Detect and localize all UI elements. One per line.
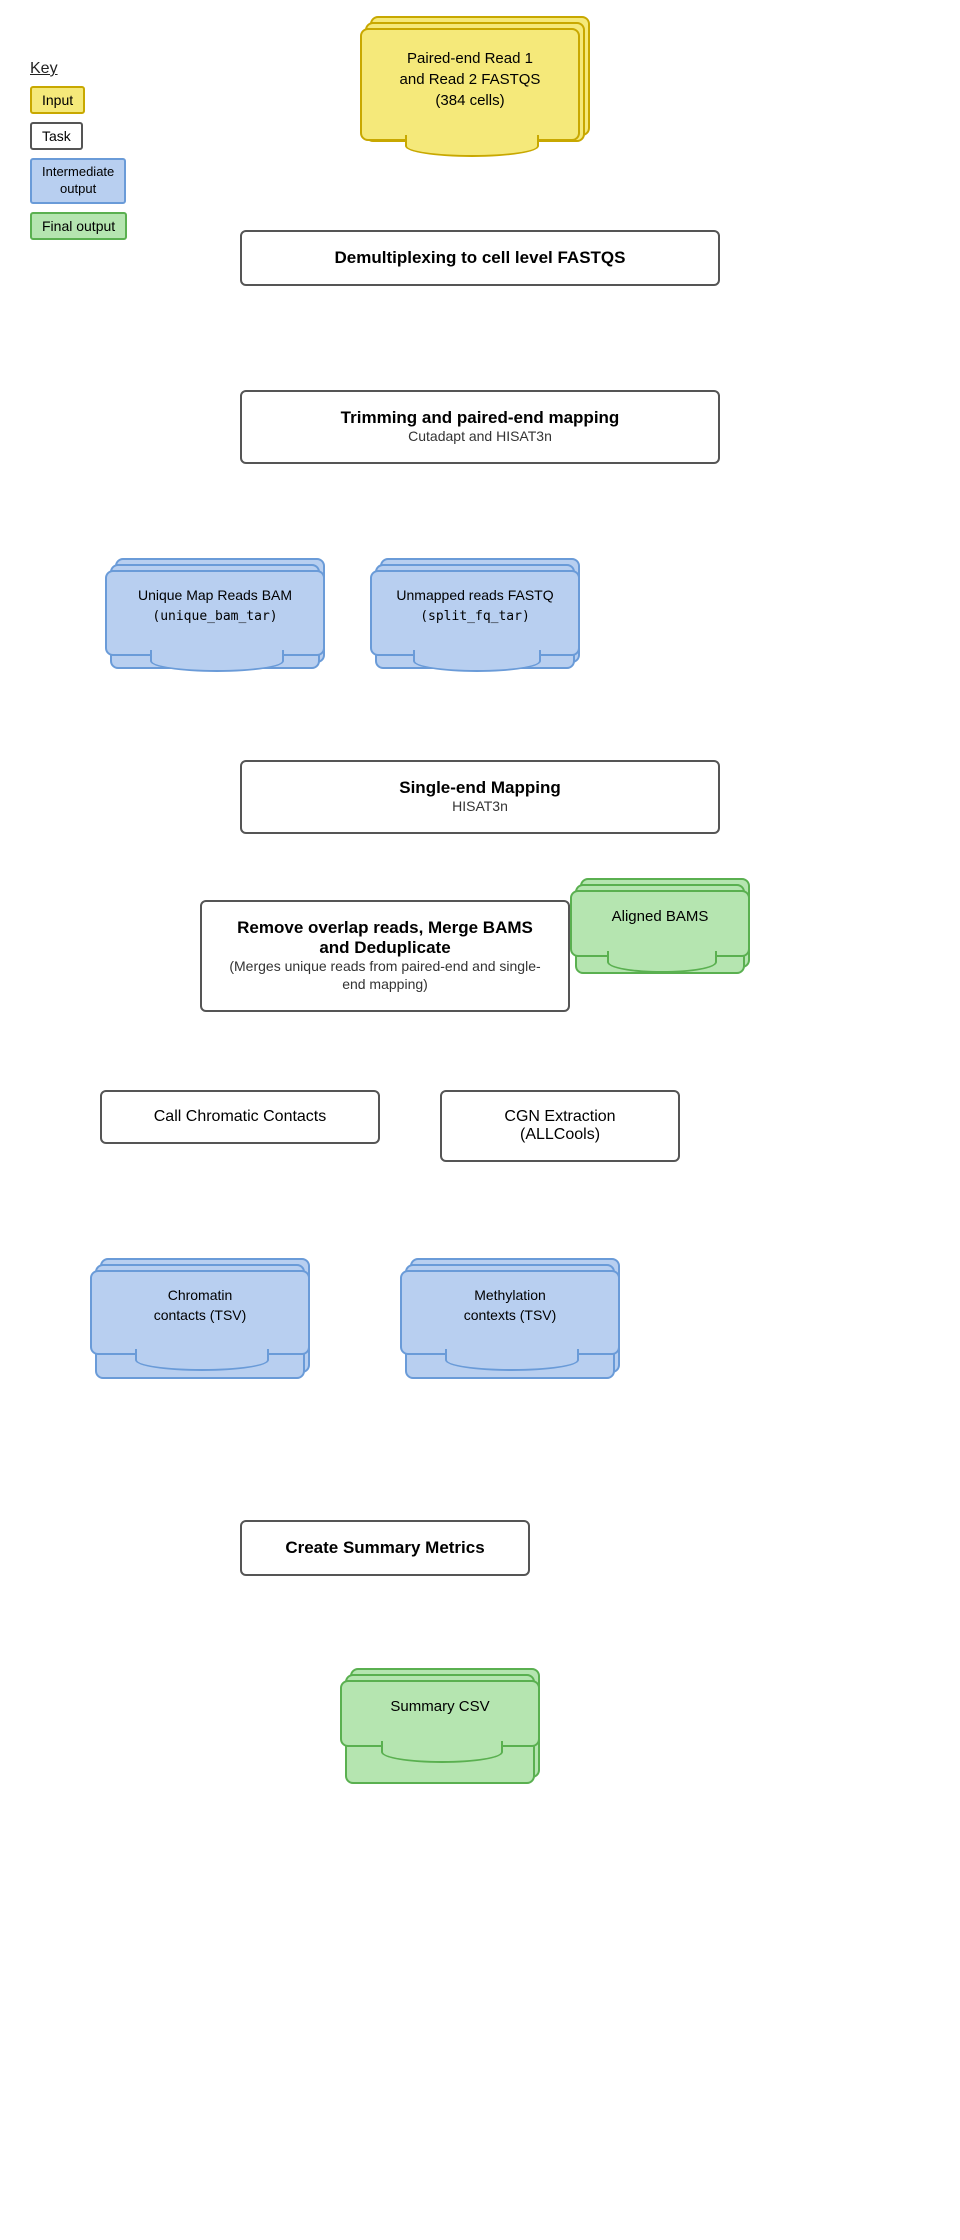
summary-csv-label: Summary CSV	[390, 1698, 489, 1715]
fastq-line3: (384 cells)	[435, 92, 504, 109]
single-end-task: Single-end Mapping HISAT3n	[240, 760, 720, 834]
unique-bam-page: Unique Map Reads BAM(unique_bam_tar)	[105, 570, 325, 656]
demux-task-box: Demultiplexing to cell level FASTQS	[240, 230, 720, 286]
trim-title: Trimming and paired-end mapping	[341, 408, 620, 427]
create-summary-task: Create Summary Metrics	[240, 1520, 530, 1576]
call-chromatic-box: Call Chromatic Contacts	[100, 1090, 380, 1144]
unmapped-fq-stack: Unmapped reads FASTQ(split_fq_tar)	[370, 570, 580, 656]
cgn-extract-task: CGN Extraction (ALLCools)	[440, 1090, 680, 1162]
unmapped-fq-page: Unmapped reads FASTQ(split_fq_tar)	[370, 570, 580, 656]
key-task-label: Task	[30, 122, 83, 150]
key-title: Key	[30, 60, 160, 78]
fastq-input-page: Paired-end Read 1 and Read 2 FASTQS (384…	[360, 28, 580, 141]
aligned-bams-label: Aligned BAMS	[612, 908, 709, 925]
key-intermediate-item: Intermediateoutput	[30, 158, 160, 204]
key-legend: Key Input Task Intermediateoutput Final …	[30, 60, 160, 248]
trim-subtitle: Cutadapt and HISAT3n	[408, 428, 552, 444]
cgn-extract-box: CGN Extraction (ALLCools)	[440, 1090, 680, 1162]
cgn-line1: CGN Extraction	[504, 1108, 615, 1125]
chromatin-contacts-page: Chromatincontacts (TSV)	[90, 1270, 310, 1355]
key-input-label: Input	[30, 86, 85, 114]
aligned-bams-stack: Aligned BAMS	[570, 890, 750, 957]
unmapped-fq-text: Unmapped reads FASTQ(split_fq_tar)	[396, 587, 553, 623]
single-end-title: Single-end Mapping	[399, 778, 561, 797]
unique-bam-text: Unique Map Reads BAM(unique_bam_tar)	[138, 587, 292, 623]
call-chromatic-task: Call Chromatic Contacts	[100, 1090, 380, 1144]
fastq-line1: Paired-end Read 1	[407, 50, 533, 67]
demux-title: Demultiplexing to cell level FASTQS	[335, 248, 626, 267]
merge-task: Remove overlap reads, Merge BAMS and Ded…	[200, 900, 570, 1012]
diagram-container: Key Input Task Intermediateoutput Final …	[0, 0, 960, 2240]
methylation-contexts-text: Methylationcontexts (TSV)	[464, 1287, 557, 1323]
key-final-label: Final output	[30, 212, 127, 240]
key-intermediate-label: Intermediateoutput	[30, 158, 126, 204]
key-final-item: Final output	[30, 212, 160, 240]
merge-task-box: Remove overlap reads, Merge BAMS and Ded…	[200, 900, 570, 1012]
aligned-bams-page: Aligned BAMS	[570, 890, 750, 957]
trim-task-box: Trimming and paired-end mapping Cutadapt…	[240, 390, 720, 464]
unique-bam-stack: Unique Map Reads BAM(unique_bam_tar)	[105, 570, 325, 656]
cgn-line2: (ALLCools)	[520, 1126, 600, 1143]
summary-csv-stack: Summary CSV	[340, 1680, 540, 1747]
summary-csv-page: Summary CSV	[340, 1680, 540, 1747]
fastq-input-stack: Paired-end Read 1 and Read 2 FASTQS (384…	[360, 28, 590, 141]
single-end-task-box: Single-end Mapping HISAT3n	[240, 760, 720, 834]
create-summary-title: Create Summary Metrics	[285, 1538, 484, 1557]
fastq-line2: and Read 2 FASTQS	[400, 71, 541, 88]
merge-title: Remove overlap reads, Merge BAMS and Ded…	[237, 918, 533, 957]
chromatin-contacts-stack: Chromatincontacts (TSV)	[90, 1270, 310, 1355]
methylation-contexts-stack: Methylationcontexts (TSV)	[400, 1270, 620, 1355]
chromatin-contacts-text: Chromatincontacts (TSV)	[154, 1287, 247, 1323]
merge-subtitle: (Merges unique reads from paired-end and…	[229, 958, 540, 992]
create-summary-box: Create Summary Metrics	[240, 1520, 530, 1576]
trim-task: Trimming and paired-end mapping Cutadapt…	[240, 390, 720, 464]
demux-task: Demultiplexing to cell level FASTQS	[240, 230, 720, 286]
methylation-contexts-page: Methylationcontexts (TSV)	[400, 1270, 620, 1355]
key-task-item: Task	[30, 122, 160, 150]
single-end-subtitle: HISAT3n	[452, 798, 508, 814]
key-input-item: Input	[30, 86, 160, 114]
call-chromatic-label: Call Chromatic Contacts	[154, 1108, 327, 1125]
